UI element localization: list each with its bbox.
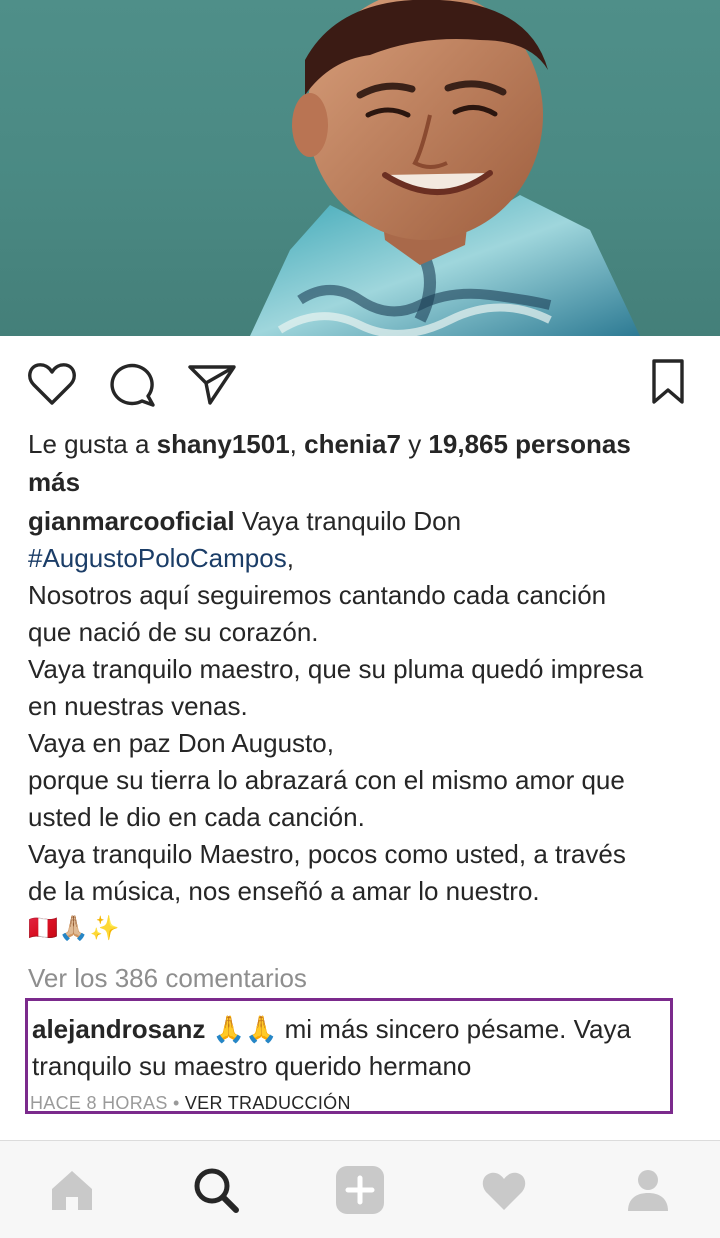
bookmark-icon[interactable] xyxy=(642,358,694,410)
share-icon[interactable] xyxy=(186,358,238,410)
comment-text: alejandrosanz 🙏🙏 mi más sincero pésame. … xyxy=(32,1011,670,1085)
highlighted-comment: alejandrosanz 🙏🙏 mi más sincero pésame. … xyxy=(25,998,673,1114)
likes-summary: Le gusta a shany1501, chenia7 y 19,865 p… xyxy=(28,425,688,501)
comment-body: mi más sincero pésame. Vaya xyxy=(284,1014,631,1044)
comment-author-username[interactable]: alejandrosanz xyxy=(32,1014,205,1044)
likes-conjunction: y xyxy=(408,429,422,459)
post-photo[interactable] xyxy=(0,0,720,336)
likes-separator: , xyxy=(289,429,297,459)
caption-line: Vaya en paz Don Augusto, xyxy=(28,728,334,758)
liker-username[interactable]: shany1501 xyxy=(157,429,290,459)
caption-line: de la música, nos enseñó a amar lo nuest… xyxy=(28,876,540,906)
caption-line: Vaya tranquilo maestro, que su pluma que… xyxy=(28,654,644,684)
comment-timestamp: HACE 8 HORAS xyxy=(30,1093,168,1113)
comment-body-continued: tranquilo su maestro querido hermano xyxy=(32,1051,472,1081)
likes-suffix[interactable]: más xyxy=(28,467,80,497)
caption-hashtag[interactable]: #AugustoPoloCampos xyxy=(28,543,287,573)
caption-line: Nosotros aquí seguiremos cantando cada c… xyxy=(28,580,607,610)
caption-line: en nuestras venas. xyxy=(28,691,248,721)
comment-meta: HACE 8 HORAS • VER TRADUCCIÓN xyxy=(30,1093,351,1114)
like-icon[interactable] xyxy=(26,358,78,410)
liker-username[interactable]: chenia7 xyxy=(304,429,401,459)
search-icon[interactable] xyxy=(191,1165,241,1215)
caption-line: porque su tierra lo abrazará con el mism… xyxy=(28,765,625,795)
likes-count[interactable]: 19,865 personas xyxy=(428,429,630,459)
caption-line: Vaya tranquilo Maestro, pocos como usted… xyxy=(28,839,626,869)
caption-line: usted le dio en cada canción. xyxy=(28,802,365,832)
comment-emojis: 🙏🙏 xyxy=(212,1014,278,1044)
caption-emojis: 🇵🇪🙏🏼✨ xyxy=(28,915,121,942)
home-icon[interactable] xyxy=(47,1165,97,1215)
comment-icon[interactable] xyxy=(106,358,158,410)
profile-icon[interactable] xyxy=(623,1165,673,1215)
post-caption: gianmarcooficial Vaya tranquilo Don #Aug… xyxy=(28,503,698,947)
caption-line: que nació de su corazón. xyxy=(28,617,319,647)
caption-hashtag-suffix: , xyxy=(286,543,294,573)
post-action-bar xyxy=(0,336,720,428)
post-photo-illustration xyxy=(250,0,640,336)
bottom-navigation xyxy=(0,1140,720,1238)
meta-separator: • xyxy=(172,1093,180,1113)
add-icon[interactable] xyxy=(335,1165,385,1215)
post-author-username[interactable]: gianmarcooficial xyxy=(28,506,235,536)
caption-first-line: Vaya tranquilo Don xyxy=(241,506,462,536)
view-all-comments-link[interactable]: Ver los 386 comentarios xyxy=(28,960,307,996)
heart-icon[interactable] xyxy=(479,1165,529,1215)
likes-prefix: Le gusta a xyxy=(28,429,150,459)
see-translation-link[interactable]: VER TRADUCCIÓN xyxy=(185,1093,351,1113)
